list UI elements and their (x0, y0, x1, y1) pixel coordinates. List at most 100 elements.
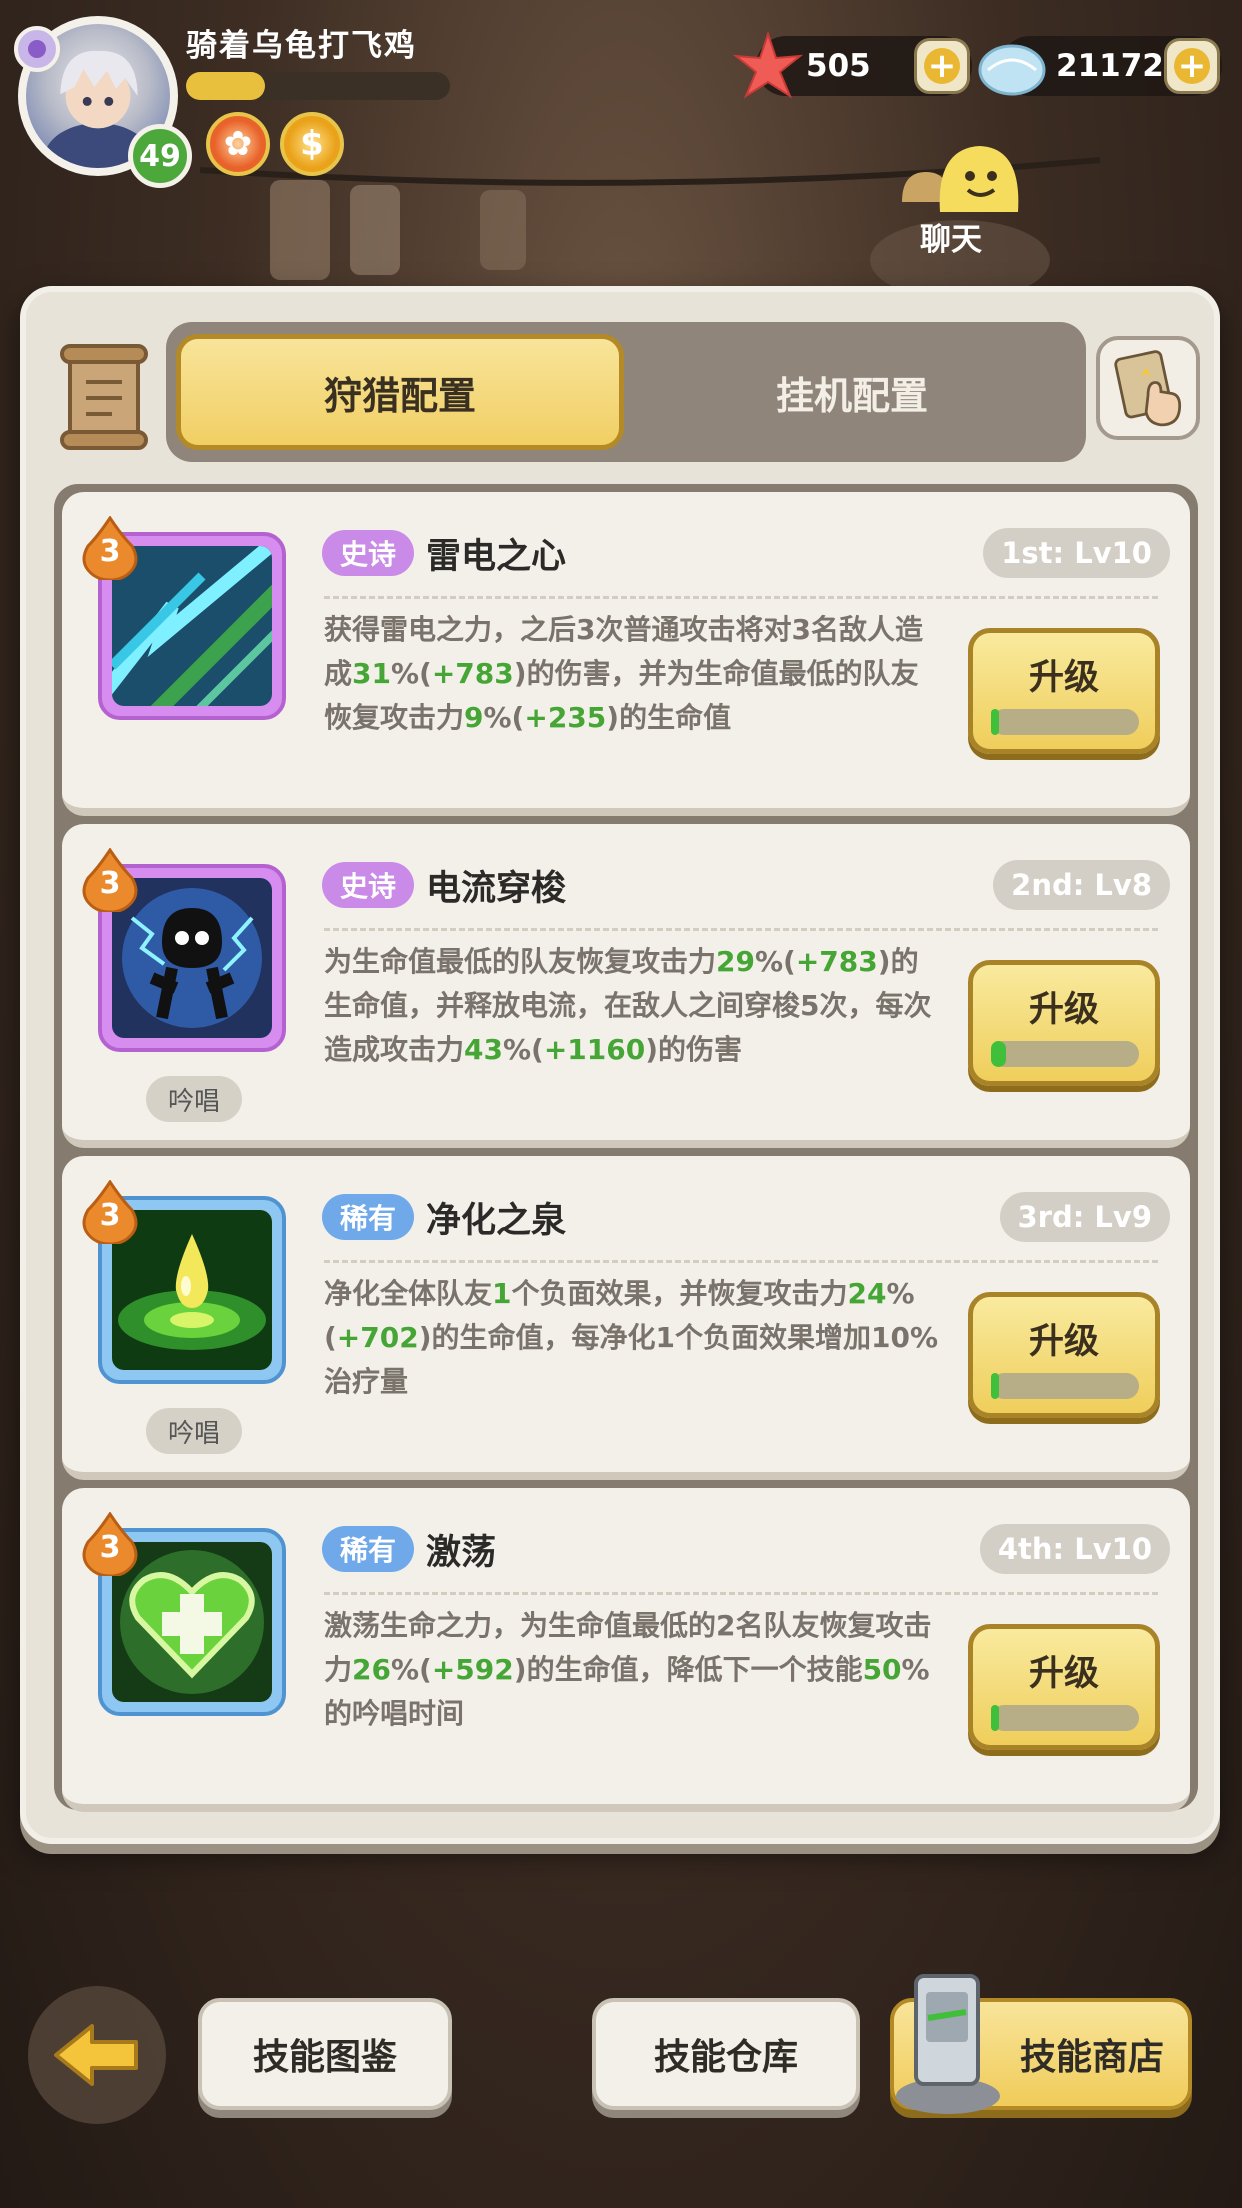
skill-card[interactable]: 3 吟唱 稀有 净化之泉 3rd: Lv9 净化全体队友1个负面效果，并恢复攻击… (62, 1156, 1190, 1480)
shell-currency: 211720 (978, 36, 1222, 96)
avatar-frame-icon (14, 26, 60, 72)
player-name: 骑着乌龟打飞鸡 (186, 28, 417, 64)
skill-desc-part: +783 (431, 657, 514, 690)
xp-bar (186, 72, 450, 100)
skill-desc-part: 净化全体队友 (324, 1277, 493, 1310)
chant-tag: 吟唱 (146, 1408, 242, 1454)
skill-shop-label: 技能商店 (1019, 2037, 1164, 2078)
upgrade-progress-bar (991, 1041, 1139, 1067)
xp-bar-fill (186, 72, 266, 100)
tab-idle-config[interactable]: 挂机配置 (628, 334, 1076, 450)
skill-desc-part: 为生命值最低的队友恢复攻击力 (324, 945, 717, 978)
rarity-tag: 史诗 (322, 530, 415, 576)
skill-description: 为生命值最低的队友恢复攻击力29%(+783)的生命值，并释放电流，在敌人之间穿… (324, 940, 944, 1072)
add-starfish-button[interactable] (914, 38, 970, 94)
starfish-amount: 505 (806, 48, 871, 84)
skill-description: 净化全体队友1个负面效果，并恢复攻击力24%(+702)的生命值，每净化1个负面… (324, 1272, 944, 1404)
skill-desc-part: %( (754, 945, 796, 978)
scroll-icon[interactable] (56, 342, 152, 452)
skill-count: 3 (99, 866, 121, 901)
starfish-currency: 505 (732, 30, 972, 99)
buff-icon-2[interactable]: $ (280, 112, 344, 176)
add-shells-button[interactable] (1164, 38, 1220, 94)
skill-card[interactable]: 3 史诗 雷电之心 1st: Lv10 获得雷电之力，之后3次普通攻击将对3名敌… (62, 492, 1190, 816)
skill-count-badge: 3 (82, 515, 138, 582)
skill-desc-part: 9 (464, 701, 484, 734)
skill-count-badge: 3 (82, 847, 138, 914)
skill-name: 电流穿梭 (426, 869, 567, 909)
upgrade-progress-fill (991, 1041, 1006, 1067)
rarity-tag: 稀有 (322, 1526, 415, 1572)
skill-desc-part: +783 (795, 945, 878, 978)
shell-icon (978, 44, 1046, 96)
chat-label: 聊天 (920, 222, 982, 258)
chat-icon (902, 146, 1019, 212)
skill-card[interactable]: 3 吟唱 史诗 电流穿梭 2nd: Lv8 为生命值最低的队友恢复攻击力29%(… (62, 824, 1190, 1148)
shop-stone-icon (896, 1974, 1000, 2114)
upgrade-label: 升级 (1028, 1322, 1099, 1362)
skill-desc-part: +702 (336, 1321, 419, 1354)
upgrade-button[interactable]: 升级 (968, 1292, 1160, 1418)
upgrade-progress-fill (991, 709, 999, 735)
divider (324, 1592, 1158, 1595)
skill-codex-button[interactable]: 技能图鉴 (198, 1998, 452, 2110)
skill-name: 雷电之心 (426, 537, 567, 577)
buff-icon-1[interactable]: ✿ (206, 112, 270, 176)
divider (324, 928, 1158, 931)
skill-desc-part: 31 (352, 657, 391, 690)
skill-desc-part: +592 (431, 1653, 514, 1686)
skill-desc-part: 26 (352, 1653, 391, 1686)
skill-rank: 3rd: Lv9 (999, 1192, 1170, 1242)
skill-desc-part: +235 (524, 701, 607, 734)
skill-description: 激荡生命之力，为生命值最低的2名队友恢复攻击力26%(+592)的生命值，降低下… (324, 1604, 944, 1736)
skill-desc-part: )的伤害 (645, 1033, 743, 1066)
back-arrow-icon (54, 2024, 138, 2086)
skill-desc-part: +1160 (543, 1033, 646, 1066)
player-level: 49 (128, 124, 192, 188)
upgrade-progress-bar (991, 1705, 1139, 1731)
hand-tap-icon (1114, 350, 1182, 427)
upgrade-progress-fill (991, 1705, 999, 1731)
skill-rank: 1st: Lv10 (983, 528, 1170, 578)
skill-desc-part: %( (390, 657, 432, 690)
skill-count: 3 (99, 534, 121, 569)
skill-list: 3 史诗 雷电之心 1st: Lv10 获得雷电之力，之后3次普通攻击将对3名敌… (54, 484, 1198, 1812)
skill-shop-button[interactable]: 技能商店 (890, 1974, 1192, 2114)
upgrade-progress-bar (991, 1373, 1139, 1399)
skill-description: 获得雷电之力，之后3次普通攻击将对3名敌人造成31%(+783)的伤害，并为生命… (324, 608, 944, 740)
player-avatar[interactable]: 49 (14, 16, 192, 188)
upgrade-label: 升级 (1028, 658, 1099, 698)
skill-desc-part: 29 (716, 945, 755, 978)
skill-name: 激荡 (426, 1533, 497, 1573)
skill-desc-part: 43 (464, 1033, 503, 1066)
skill-config-panel: 狩猎配置 挂机配置 3 史诗 雷电之心 1st: Lv10 获得雷电之力，之后3… (20, 286, 1220, 1844)
starfish-icon (732, 30, 804, 99)
upgrade-progress-fill (991, 1373, 999, 1399)
chant-tag: 吟唱 (146, 1076, 242, 1122)
guide-button[interactable] (1096, 336, 1200, 440)
back-button[interactable] (28, 1986, 166, 2124)
upgrade-label: 升级 (1028, 990, 1099, 1030)
upgrade-button[interactable]: 升级 (968, 1624, 1160, 1750)
tab-hunt-config[interactable]: 狩猎配置 (176, 334, 624, 450)
config-tabs: 狩猎配置 挂机配置 (166, 322, 1086, 462)
upgrade-button[interactable]: 升级 (968, 960, 1160, 1086)
rarity-tag: 史诗 (322, 862, 415, 908)
upgrade-progress-bar (991, 709, 1139, 735)
skill-desc-part: %( (502, 1033, 544, 1066)
chat-button[interactable]: 聊天 (896, 142, 1026, 258)
divider (324, 596, 1158, 599)
skill-count: 3 (99, 1530, 121, 1565)
skill-count-badge: 3 (82, 1179, 138, 1246)
skill-name: 净化之泉 (426, 1201, 567, 1241)
skill-count-badge: 3 (82, 1511, 138, 1578)
skill-card[interactable]: 3 稀有 激荡 4th: Lv10 激荡生命之力，为生命值最低的2名队友恢复攻击… (62, 1488, 1190, 1812)
rarity-tag: 稀有 (322, 1194, 415, 1240)
skill-desc-part: )的生命值，降低下一个技能 (513, 1653, 863, 1686)
skill-count: 3 (99, 1198, 121, 1233)
skill-desc-part: )的生命值 (606, 701, 732, 734)
skill-desc-part: 24 (847, 1277, 887, 1310)
skill-warehouse-button[interactable]: 技能仓库 (592, 1998, 860, 2110)
skill-rank: 2nd: Lv8 (993, 860, 1170, 910)
upgrade-button[interactable]: 升级 (968, 628, 1160, 754)
